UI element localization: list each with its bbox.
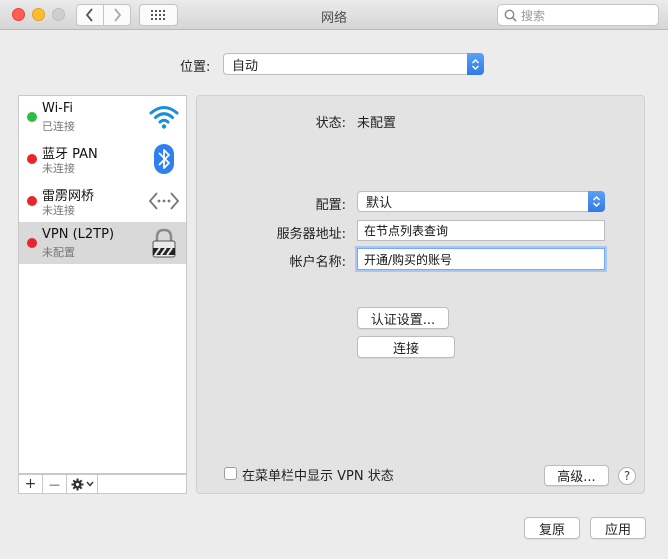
service-status: 未配置 (42, 246, 75, 259)
location-label: 位置: (180, 60, 211, 75)
server-address-label: 服务器地址: (276, 227, 346, 242)
account-name-label: 帐户名称: (289, 255, 346, 270)
connect-button-label: 连接 (392, 341, 419, 357)
advanced-button-label: 高级... (557, 470, 596, 485)
search-placeholder: 搜索 (521, 8, 546, 23)
authentication-settings-button[interactable]: 认证设置... (357, 307, 449, 329)
status-label: 状态: (315, 116, 346, 131)
show-vpn-status-label: 在菜单栏中显示 VPN 状态 (242, 469, 394, 484)
action-menu-button[interactable] (67, 475, 98, 493)
gear-icon (71, 478, 83, 490)
thunderbolt-bridge-icon (148, 192, 180, 210)
help-icon: ? (623, 469, 631, 483)
advanced-button[interactable]: 高级... (544, 465, 609, 486)
configuration-popup[interactable]: 默认 (357, 191, 605, 212)
service-status: 未连接 (42, 204, 75, 217)
status-dot (27, 112, 37, 122)
revert-button[interactable]: 复原 (524, 517, 580, 539)
service-item-vpn-l2tp[interactable]: VPN (L2TP) 未配置 (19, 222, 186, 264)
location-value: 自动 (232, 58, 259, 74)
service-item-thunderbolt-bridge[interactable]: 雷雳网桥 未连接 (19, 180, 186, 222)
show-vpn-status-checkbox[interactable] (224, 467, 237, 480)
vpn-lock-icon (152, 228, 176, 258)
remove-label: — (49, 477, 60, 491)
service-name: Wi-Fi (42, 101, 74, 116)
service-name: VPN (L2TP) (42, 227, 115, 242)
server-address-value: 在节点列表查询 (364, 224, 449, 238)
help-button[interactable]: ? (618, 467, 636, 485)
apply-button-label: 应用 (604, 522, 631, 538)
server-address-field[interactable]: 在节点列表查询 (357, 220, 605, 241)
connect-button[interactable]: 连接 (357, 336, 455, 358)
remove-service-button[interactable]: — (43, 475, 67, 493)
chevron-down-icon (85, 481, 94, 487)
bluetooth-icon (154, 144, 174, 174)
apply-button[interactable]: 应用 (590, 517, 646, 539)
account-name-value: 开通/购买的账号 (364, 252, 453, 267)
status-dot (27, 154, 37, 164)
configuration-value: 默认 (366, 196, 393, 211)
status-dot (27, 238, 37, 248)
account-name-field[interactable]: 开通/购买的账号 (357, 248, 605, 270)
service-item-wifi[interactable]: Wi-Fi 已连接 (19, 96, 186, 138)
title-bar: 网络 搜索 (0, 0, 668, 30)
service-list: Wi-Fi 已连接 蓝牙 PAN 未连接 雷雳网桥 未连接 VPN (L2TP)… (18, 95, 187, 474)
status-value: 未配置 (357, 116, 397, 131)
popup-arrows-icon (588, 191, 605, 212)
service-status: 已连接 (42, 120, 75, 133)
configuration-label: 配置: (315, 198, 346, 213)
popup-arrows-icon (467, 53, 484, 75)
search-icon (504, 9, 517, 22)
location-popup[interactable]: 自动 (223, 53, 484, 75)
wifi-icon (149, 106, 179, 129)
status-dot (27, 196, 37, 206)
auth-button-label: 认证设置... (370, 312, 436, 328)
vpn-detail-panel: 状态: 未配置 配置: 默认 服务器地址: 在节点列表查询 帐户名称: 开通/购… (196, 95, 645, 494)
search-field[interactable]: 搜索 (497, 4, 659, 26)
service-item-bluetooth-pan[interactable]: 蓝牙 PAN 未连接 (19, 138, 186, 180)
service-list-toolbar: + — (18, 474, 187, 494)
add-service-button[interactable]: + (19, 475, 43, 493)
add-label: + (24, 476, 37, 492)
service-status: 未连接 (42, 162, 75, 175)
revert-button-label: 复原 (538, 522, 565, 538)
